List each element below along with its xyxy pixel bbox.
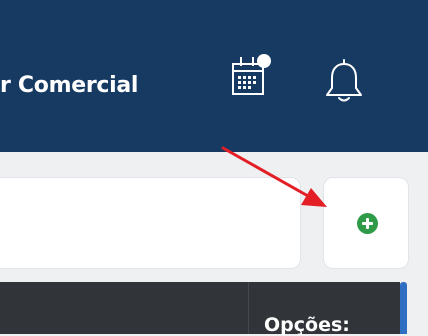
scrollbar[interactable] (400, 282, 407, 334)
plus-circle-icon (357, 213, 378, 234)
column-divider (248, 282, 249, 334)
calendar-icon[interactable] (231, 52, 273, 98)
table-header: Opções: (0, 282, 400, 336)
bell-icon[interactable] (324, 58, 364, 104)
add-button[interactable] (323, 177, 409, 269)
search-input[interactable] (0, 177, 301, 269)
page-title: r Comercial (0, 73, 139, 98)
top-navbar: r Comercial (0, 0, 428, 152)
column-header-options: Opções: (264, 314, 350, 336)
